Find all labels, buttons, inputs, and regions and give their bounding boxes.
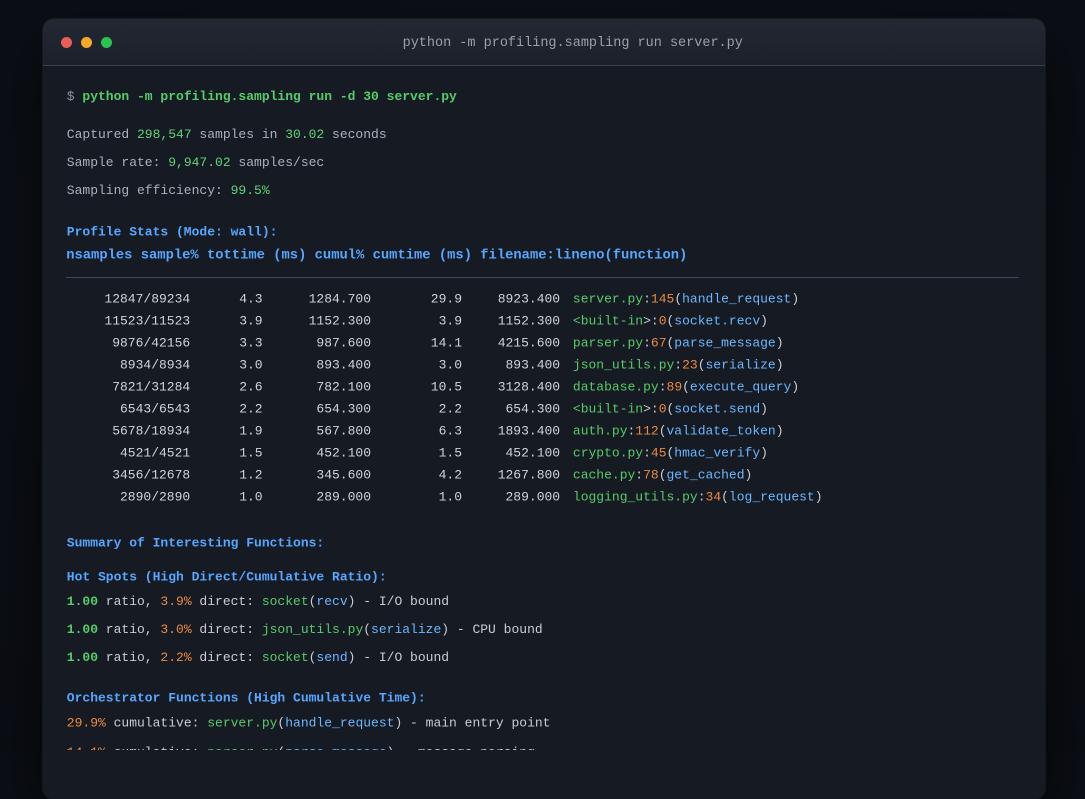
svg-text:8934/8934: 8934/8934 — [120, 357, 190, 372]
svg-text:2.6: 2.6 — [239, 379, 262, 394]
svg-text:654.300: 654.300 — [505, 401, 560, 416]
svg-text:1.00 ratio, 2.2% direct: socke: 1.00 ratio, 2.2% direct: socket(send) - … — [67, 650, 449, 665]
svg-text:4521/4521: 4521/4521 — [120, 445, 190, 460]
svg-text:python -m profiling.sampling r: python -m profiling.sampling run server.… — [403, 36, 743, 51]
svg-text:2.2: 2.2 — [439, 401, 462, 416]
svg-text:1.0: 1.0 — [239, 489, 262, 504]
svg-text:1284.700: 1284.700 — [309, 291, 371, 306]
svg-text:7821/31284: 7821/31284 — [112, 379, 190, 394]
svg-text:server.py:145(handle_request): server.py:145(handle_request) — [573, 291, 799, 306]
svg-text:1.0: 1.0 — [439, 489, 462, 504]
svg-text:12847/89234: 12847/89234 — [104, 291, 190, 306]
svg-text:8923.400: 8923.400 — [498, 291, 560, 306]
svg-text:1.00 ratio, 3.9% direct: socke: 1.00 ratio, 3.9% direct: socket(recv) - … — [67, 594, 449, 609]
svg-text:Sample rate: 9,947.02 samples/: Sample rate: 9,947.02 samples/sec — [67, 155, 324, 170]
svg-text:logging_utils.py:34(log_reques: logging_utils.py:34(log_request) — [573, 489, 823, 504]
svg-text:29.9% cumulative: server.py(ha: 29.9% cumulative: server.py(handle_reque… — [67, 716, 551, 731]
svg-text:29.9: 29.9 — [431, 291, 462, 306]
svg-text:289.000: 289.000 — [505, 489, 560, 504]
svg-text:987.600: 987.600 — [316, 335, 371, 350]
svg-text:1.5: 1.5 — [439, 445, 462, 460]
svg-text:Orchestrator Functions (High C: Orchestrator Functions (High Cumulative … — [67, 690, 426, 705]
svg-text:Hot Spots (High Direct/Cumulat: Hot Spots (High Direct/Cumulative Ratio)… — [67, 570, 387, 585]
svg-text:parser.py:67(parse_message): parser.py:67(parse_message) — [573, 335, 784, 350]
svg-text:Captured 298,547 samples in 30: Captured 298,547 samples in 30.02 second… — [67, 127, 387, 142]
svg-text:Profile Stats (Mode: wall):: Profile Stats (Mode: wall): — [67, 224, 278, 239]
svg-text:4.2: 4.2 — [439, 467, 462, 482]
svg-text:654.300: 654.300 — [316, 401, 371, 416]
svg-text:9876/42156: 9876/42156 — [112, 335, 190, 350]
svg-text:3.9: 3.9 — [239, 313, 262, 328]
svg-text:1.9: 1.9 — [239, 423, 262, 438]
svg-text:nsamples sample% tottime (ms): nsamples sample% tottime (ms) cumul% cum… — [66, 248, 687, 264]
svg-text:database.py:89(execute_query): database.py:89(execute_query) — [573, 379, 799, 394]
svg-text:11523/11523: 11523/11523 — [104, 313, 190, 328]
svg-text:289.000: 289.000 — [316, 489, 371, 504]
svg-text:cache.py:78(get_cached): cache.py:78(get_cached) — [573, 467, 752, 482]
svg-text:893.400: 893.400 — [316, 357, 371, 372]
svg-text:6.3: 6.3 — [439, 423, 462, 438]
svg-text:<built-in>:0(socket.recv): <built-in>:0(socket.recv) — [573, 313, 768, 328]
svg-text:14.1% cumulative: parser.py(pa: 14.1% cumulative: parser.py(parse_messag… — [67, 745, 535, 750]
svg-text:1.2: 1.2 — [239, 467, 262, 482]
svg-text:452.100: 452.100 — [316, 445, 371, 460]
svg-text:Sampling efficiency: 99.5%: Sampling efficiency: 99.5% — [67, 183, 270, 198]
svg-text:3456/12678: 3456/12678 — [112, 467, 190, 482]
svg-text:crypto.py:45(hmac_verify): crypto.py:45(hmac_verify) — [573, 445, 768, 460]
svg-text:345.600: 345.600 — [316, 467, 371, 482]
svg-text:Summary of Interesting Functio: Summary of Interesting Functions: — [67, 535, 324, 550]
svg-text:2890/2890: 2890/2890 — [120, 489, 190, 504]
svg-text:$ python -m profiling.sampling: $ python -m profiling.sampling run -d 30… — [67, 89, 457, 104]
svg-text:10.5: 10.5 — [431, 379, 462, 394]
svg-text:3.9: 3.9 — [439, 313, 462, 328]
svg-text:893.400: 893.400 — [505, 357, 560, 372]
svg-text:3.0: 3.0 — [439, 357, 462, 372]
svg-text:5678/18934: 5678/18934 — [112, 423, 190, 438]
svg-text:14.1: 14.1 — [431, 335, 462, 350]
svg-text:1267.800: 1267.800 — [498, 467, 560, 482]
svg-text:1152.300: 1152.300 — [309, 313, 371, 328]
svg-text:4.3: 4.3 — [239, 291, 262, 306]
svg-text:3128.400: 3128.400 — [498, 379, 560, 394]
svg-text:567.800: 567.800 — [316, 423, 371, 438]
svg-text:1893.400: 1893.400 — [498, 423, 560, 438]
svg-text:1152.300: 1152.300 — [498, 313, 560, 328]
svg-text:3.3: 3.3 — [239, 335, 262, 350]
svg-text:782.100: 782.100 — [316, 379, 371, 394]
svg-text:6543/6543: 6543/6543 — [120, 401, 190, 416]
svg-text:<built-in>:0(socket.send): <built-in>:0(socket.send) — [573, 401, 768, 416]
svg-text:4215.600: 4215.600 — [498, 335, 560, 350]
svg-text:3.0: 3.0 — [239, 357, 262, 372]
svg-text:452.100: 452.100 — [505, 445, 560, 460]
svg-text:2.2: 2.2 — [239, 401, 262, 416]
svg-text:auth.py:112(validate_token): auth.py:112(validate_token) — [573, 423, 784, 438]
svg-text:json_utils.py:23(serialize): json_utils.py:23(serialize) — [573, 357, 784, 372]
svg-text:1.00 ratio, 3.0% direct: json_: 1.00 ratio, 3.0% direct: json_utils.py(s… — [67, 622, 543, 637]
svg-text:1.5: 1.5 — [239, 445, 262, 460]
